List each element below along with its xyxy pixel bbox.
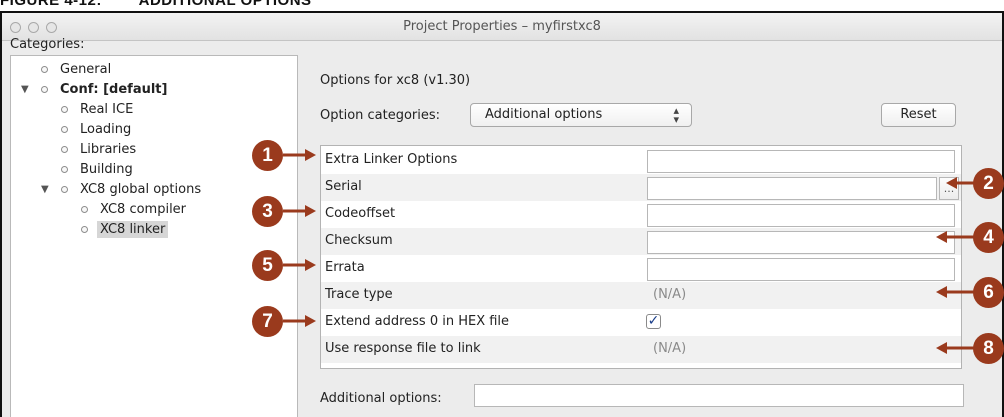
callout-1: 1 <box>252 140 283 171</box>
callout-3: 3 <box>252 196 283 227</box>
callout-arrowhead-1 <box>305 149 316 161</box>
callout-5: 5 <box>252 250 283 281</box>
callout-arrowhead-7 <box>305 315 316 327</box>
callout-8: 8 <box>973 333 1004 364</box>
callout-2: 2 <box>973 168 1004 199</box>
callout-4: 4 <box>973 222 1004 253</box>
callout-6: 6 <box>973 277 1004 308</box>
callout-arrowhead-4 <box>936 231 947 243</box>
callout-arrowhead-8 <box>936 342 947 354</box>
callout-7: 7 <box>252 306 283 337</box>
callout-arrows <box>283 149 984 354</box>
callout-arrowhead-5 <box>305 259 316 271</box>
callout-arrowhead-2 <box>946 177 957 189</box>
callout-arrowhead-3 <box>305 205 316 217</box>
callout-arrowhead-6 <box>936 286 947 298</box>
